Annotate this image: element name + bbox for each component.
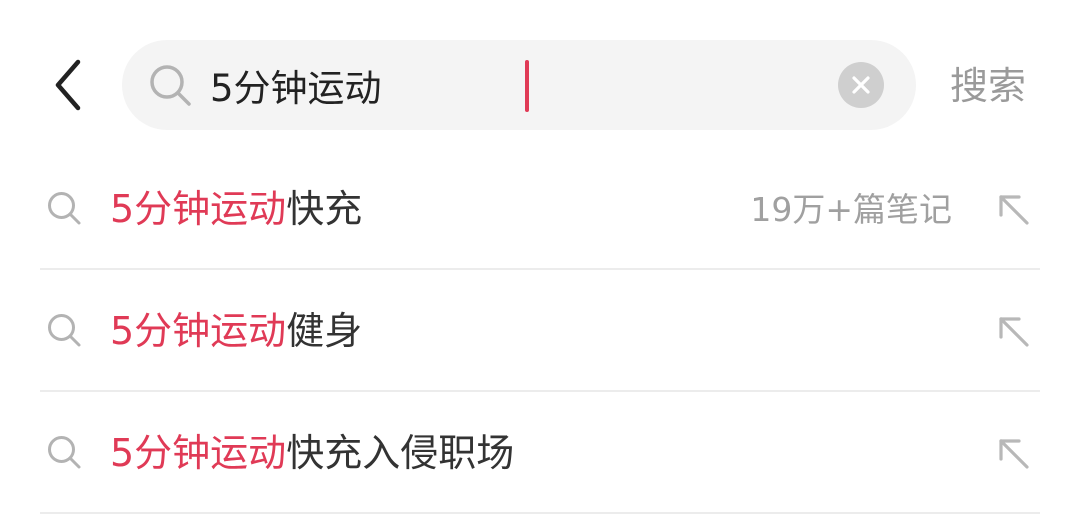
suggestion-match: 5分钟运动 <box>110 187 287 231</box>
suggestion-list: 5分钟运动快充 19万+篇笔记 5分钟运动健身 5分钟运动快充入侵职场 <box>0 148 1080 514</box>
suggestion-rest: 健身 <box>286 309 363 353</box>
fill-query-button[interactable] <box>992 310 1034 352</box>
suggestion-text: 5分钟运动健身 <box>110 305 362 357</box>
suggestion-match: 5分钟运动 <box>110 309 287 353</box>
suggestion-rest: 快充入侵职场 <box>286 431 515 475</box>
suggestion-item[interactable]: 5分钟运动健身 <box>40 270 1040 392</box>
chevron-left-icon <box>55 59 81 111</box>
suggestion-match: 5分钟运动 <box>110 431 287 475</box>
search-submit-button[interactable]: 搜索 <box>950 62 1026 110</box>
arrow-up-left-icon <box>999 195 1029 225</box>
suggestion-text: 5分钟运动快充入侵职场 <box>110 427 514 479</box>
fill-query-button[interactable] <box>992 188 1034 230</box>
close-icon <box>852 76 870 94</box>
search-icon <box>48 314 81 347</box>
search-header: 搜索 <box>0 40 1080 130</box>
suggestion-text: 5分钟运动快充 <box>110 183 362 235</box>
search-icon <box>48 192 81 225</box>
suggestion-rest: 快充 <box>286 187 363 231</box>
clear-search-button[interactable] <box>838 62 884 108</box>
suggestion-item[interactable]: 5分钟运动快充 19万+篇笔记 <box>40 148 1040 270</box>
fill-query-button[interactable] <box>992 432 1034 474</box>
suggestion-item[interactable]: 5分钟运动快充入侵职场 <box>40 392 1040 514</box>
text-caret <box>525 60 529 112</box>
arrow-up-left-icon <box>999 317 1029 347</box>
search-input[interactable] <box>210 58 820 112</box>
arrow-up-left-icon <box>999 439 1029 469</box>
suggestion-note-count: 19万+篇笔记 <box>750 190 952 229</box>
back-button[interactable] <box>40 55 96 115</box>
search-icon <box>148 63 192 107</box>
search-box[interactable] <box>122 40 916 130</box>
search-icon <box>48 436 81 469</box>
